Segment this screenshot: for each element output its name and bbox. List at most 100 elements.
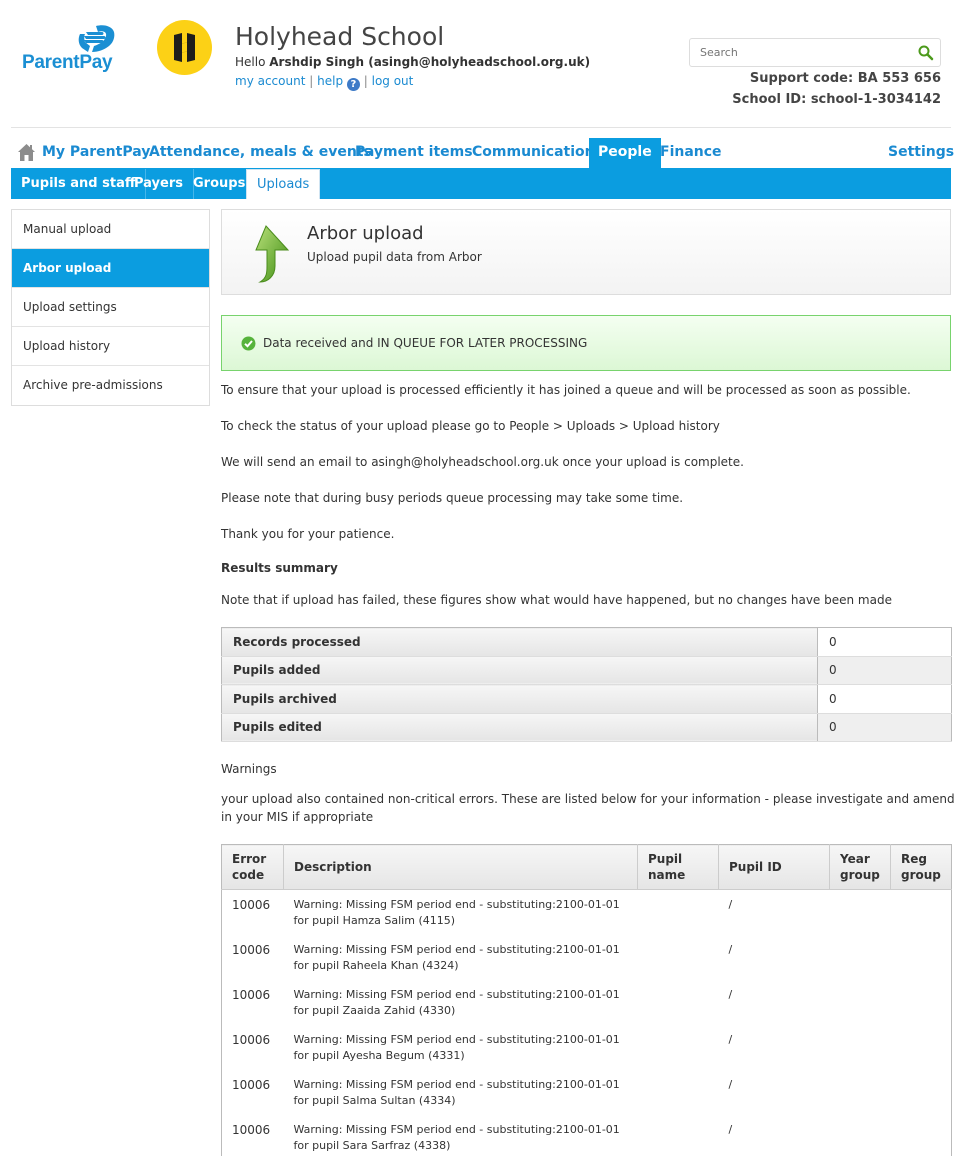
cell-error-code: 10006 [232,987,271,1002]
sidebar-item-arbor-upload[interactable]: Arbor upload [12,249,209,288]
page-title: Arbor upload [307,223,424,244]
info-paragraph-busy: Please note that during busy periods que… [221,491,684,505]
cell-pupil-name [638,1025,719,1070]
description-line: for pupil Hamza Salim (4115) [293,914,456,927]
result-label: Pupils archived [221,684,818,714]
result-label: Records processed [221,627,818,657]
cell-year-group [830,890,891,935]
nav-attendance[interactable]: Attendance, meals & events [140,138,381,168]
warnings-table-body: 10006 Warning: Missing FSM period end - s… [222,890,952,1156]
page-title-box: Arbor upload Upload pupil data from Arbo… [221,209,951,295]
nav-communication[interactable]: Communication [463,138,604,168]
nav-finance[interactable]: Finance [651,138,731,168]
cell-reg-group [891,1070,952,1115]
cell-description: Warning: Missing FSM period end - substi… [284,1115,638,1156]
table-row: Pupils added 0 [221,656,952,685]
nav-payment-items[interactable]: Payment items [346,138,482,168]
logout-link[interactable]: log out [372,74,414,88]
cell-pupil-id: / [728,987,733,1001]
cell-description: Warning: Missing FSM period end - substi… [284,1070,638,1115]
search-icon[interactable] [917,44,935,62]
description-line: for pupil Sara Sarfraz (4338) [293,1138,451,1152]
table-row: 10006 Warning: Missing FSM period end - s… [222,890,952,935]
main-nav: My ParentPay Attendance, meals & events … [11,138,954,168]
results-table: Records processed 0 Pupils added 0 Pupil… [221,627,952,742]
results-heading: Results summary [221,561,338,575]
col-header-pupil-name[interactable]: Pupil name [637,844,719,890]
description-line: Warning: Missing FSM period end - substi… [293,1077,620,1091]
cell-year-group [830,1115,891,1156]
search-input[interactable] [690,39,910,66]
success-message: Data received and IN QUEUE FOR LATER PRO… [263,336,588,350]
col-header-error-code[interactable]: Error code [221,844,284,890]
nav-people[interactable]: People [589,138,661,168]
cell-pupil-name [638,935,719,980]
parentpay-logo[interactable]: ParentPay [20,24,120,80]
cell-error-code: 10006 [232,942,271,957]
result-label: Pupils edited [221,713,818,742]
greeting: Hello Arshdip Singh (asingh@holyheadscho… [235,55,590,69]
table-row: Records processed 0 [221,627,952,657]
result-value: 0 [817,713,952,742]
sidebar-item-upload-settings[interactable]: Upload settings [12,288,209,327]
col-header-description[interactable]: Description [283,844,638,890]
subnav-uploads[interactable]: Uploads [246,169,321,199]
col-header-reg-group[interactable]: Reg group [890,844,952,890]
sidebar-item-manual-upload[interactable]: Manual upload [12,210,209,249]
cell-pupil-id: / [728,898,733,911]
sidebar-item-archive-pre-admissions[interactable]: Archive pre-admissions [12,366,209,405]
result-value: 0 [817,656,952,685]
info-paragraph-status: To check the status of your upload pleas… [221,419,720,433]
cell-year-group [830,1070,891,1115]
table-row: 10006 Warning: Missing FSM period end - s… [222,1115,952,1156]
help-link[interactable]: help [317,74,343,88]
cell-pupil-id: / [728,1122,733,1136]
cell-error-code: 10006 [232,1122,271,1137]
description-line: Warning: Missing FSM period end - substi… [293,898,620,911]
main-content: Arbor upload Upload pupil data from Arbo… [221,209,951,371]
my-account-link[interactable]: my account [235,74,305,88]
warnings-table: Error code Description Pupil name Pupil … [221,844,952,1156]
description-line: for pupil Raheela Khan (4324) [293,958,459,972]
cell-pupil-name [638,1115,719,1156]
table-row: Pupils edited 0 [221,713,952,742]
warnings-note: your upload also contained non-critical … [221,792,955,824]
description-line: for pupil Salma Sultan (4334) [293,1093,456,1107]
info-paragraph-queue: To ensure that your upload is processed … [221,383,911,397]
check-circle-icon [241,336,256,351]
nav-settings[interactable]: Settings [879,138,963,168]
sidebar-item-upload-history[interactable]: Upload history [12,327,209,366]
cell-pupil-name [638,890,719,935]
col-header-year-group[interactable]: Year group [829,844,891,890]
account-links: my account | help ? | log out [235,74,413,91]
cell-reg-group [891,1115,952,1156]
cell-reg-group [891,890,952,935]
support-code: Support code: BA 553 656 [749,71,941,86]
cell-year-group [830,1025,891,1070]
cell-pupil-name [638,980,719,1025]
col-header-pupil-id[interactable]: Pupil ID [718,844,830,890]
cell-description: Warning: Missing FSM period end - substi… [284,890,638,935]
page-subtitle: Upload pupil data from Arbor [307,250,482,264]
warnings-heading: Warnings [221,762,277,776]
cell-reg-group [891,980,952,1025]
cell-description: Warning: Missing FSM period end - substi… [284,980,638,1025]
school-h-icon [174,33,195,62]
header-divider [11,127,951,128]
cell-error-code: 10006 [232,1032,271,1047]
school-crest-logo [157,20,212,75]
cell-reg-group [891,1025,952,1070]
link-separator: | [309,74,314,88]
result-value: 0 [817,627,952,657]
description-line: Warning: Missing FSM period end - substi… [293,942,620,956]
help-icon[interactable]: ? [346,78,360,91]
cell-reg-group [891,935,952,980]
cell-year-group [830,935,891,980]
school-id: School ID: school-1-3034142 [732,92,941,107]
description-line: Warning: Missing FSM period end - substi… [293,987,620,1001]
table-row: 10006 Warning: Missing FSM period end - s… [222,935,952,980]
description-line: for pupil Zaaida Zahid (4330) [293,1003,456,1017]
results-note: Note that if upload has failed, these fi… [221,593,892,607]
cell-error-code: 10006 [232,1077,271,1092]
description-line: Warning: Missing FSM period end - substi… [293,1032,620,1046]
